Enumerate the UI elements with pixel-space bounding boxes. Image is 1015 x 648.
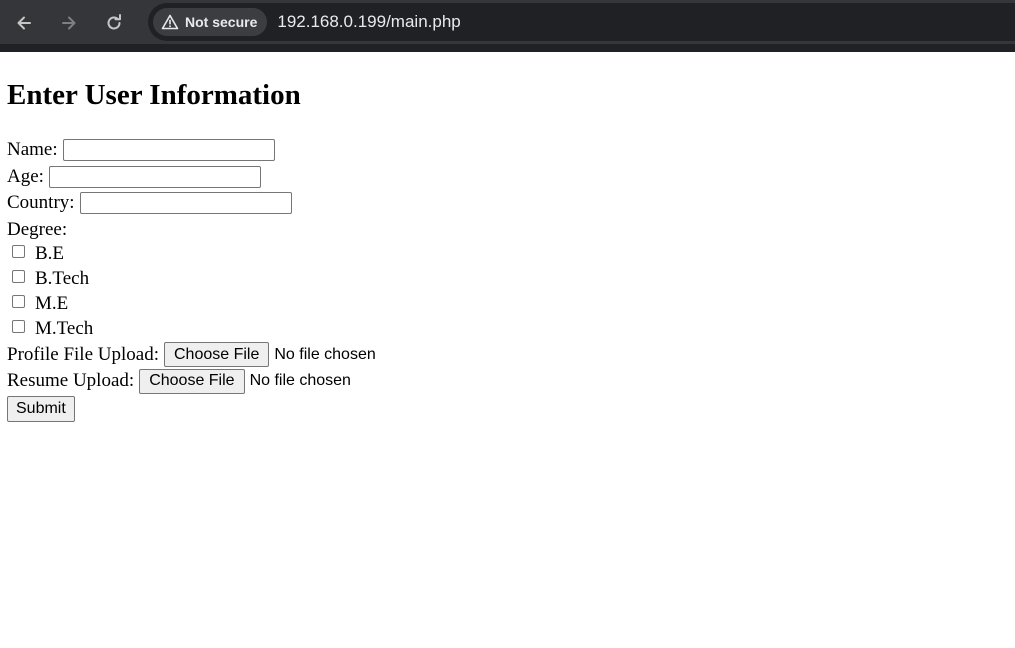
submit-button[interactable]: Submit [7,395,75,422]
profile-upload-label: Profile File Upload: [7,343,159,365]
degree-option-be[interactable]: B.E [7,242,1008,267]
url-text[interactable]: 192.168.0.199/main.php [277,12,460,32]
name-label: Name: [7,139,58,161]
resume-choose-file-button[interactable]: Choose File [139,368,245,394]
security-indicator[interactable]: Not secure [153,8,268,36]
page-title: Enter User Information [7,79,301,111]
address-bar[interactable]: Not secure 192.168.0.199/main.php [148,3,1015,41]
name-field[interactable] [62,139,275,162]
warning-triangle-icon [161,14,179,30]
age-label: Age: [7,165,44,187]
degree-option-btech[interactable]: B.Tech [7,267,1008,292]
name-row: Name: [7,137,1008,164]
degree-checkbox-btech[interactable] [12,269,25,283]
country-row: Country: [7,190,1008,217]
page-content: Enter User Information Name: Age: Countr… [0,78,1015,422]
country-field[interactable] [79,192,292,215]
degree-option-label: B.Tech [35,268,90,289]
degree-option-label: M.Tech [35,318,94,339]
degree-option-label: B.E [35,243,65,264]
reload-icon [107,14,121,30]
back-arrow-icon [17,16,31,30]
degree-checkbox-mtech[interactable] [12,319,25,333]
browser-toolbar: Not secure 192.168.0.199/main.php [0,0,1015,52]
degree-checkbox-me[interactable] [12,294,25,308]
age-field[interactable] [48,165,261,188]
forward-arrow-icon [62,16,76,30]
degree-label: Degree: [7,218,68,240]
profile-upload-row: Profile File Upload: Choose File No file… [7,342,1008,369]
profile-choose-file-button[interactable]: Choose File [163,342,270,368]
degree-option-me[interactable]: M.E [7,292,1008,317]
security-label: Not secure [185,14,258,30]
resume-upload-label: Resume Upload: [7,370,135,392]
country-label: Country: [7,192,75,214]
resume-upload-row: Resume Upload: Choose File No file chose… [7,368,1008,395]
degree-option-label: M.E [35,293,69,314]
reload-button[interactable] [100,9,128,37]
age-row: Age: [7,164,1008,191]
forward-button[interactable] [55,9,83,37]
degree-option-mtech[interactable]: M.Tech [7,317,1008,342]
back-button[interactable] [10,9,38,37]
resume-file-status: No file chosen [249,372,351,390]
degree-checkbox-be[interactable] [12,244,25,258]
profile-file-status: No file chosen [274,345,376,363]
